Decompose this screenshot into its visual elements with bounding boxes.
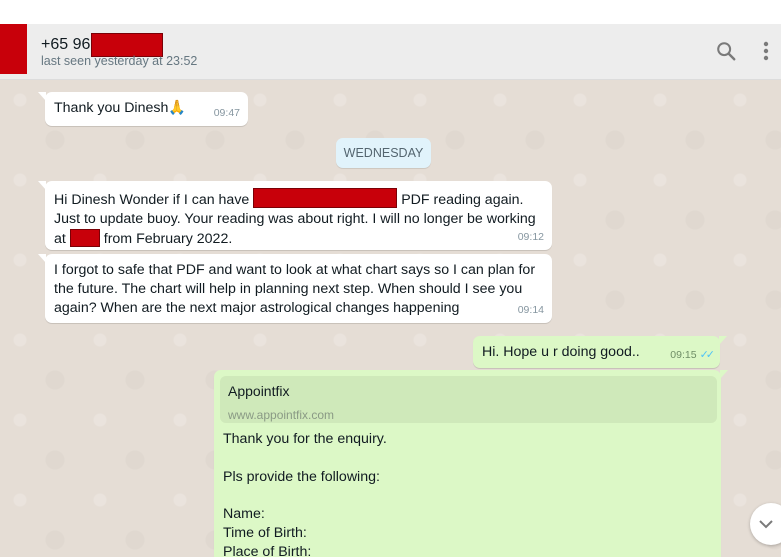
message-text: Thank you Dinesh🙏 bbox=[54, 100, 187, 116]
message-bubble[interactable]: I forgot to safe that PDF and want to lo… bbox=[38, 254, 552, 323]
message-time: 09:47 bbox=[213, 107, 240, 119]
message-text: Thank you for the enquiry. Pls provide t… bbox=[223, 431, 387, 557]
top-strip bbox=[0, 0, 781, 24]
link-preview-url: www.appointfix.com bbox=[228, 408, 335, 422]
chat-header: +65 96 last seen yesterday at 23:52 bbox=[0, 24, 781, 80]
link-preview-title: Appointfix bbox=[228, 383, 290, 399]
search-button[interactable] bbox=[713, 38, 739, 64]
message-text-part: from February 2022. bbox=[103, 231, 233, 247]
search-icon bbox=[717, 42, 736, 61]
link-preview[interactable]: Appointfix www.appointfix.com bbox=[220, 376, 717, 423]
contact-name-text: +65 96 bbox=[41, 36, 91, 53]
message-text-part: Hi Dinesh Wonder if I can have bbox=[54, 192, 250, 208]
message-bubble[interactable]: Thank you Dinesh🙏 09:47 bbox=[38, 92, 248, 126]
message-time: 09:14 bbox=[517, 304, 544, 316]
message-time: 09:12 bbox=[517, 231, 544, 243]
message-text: Hi. Hope u r doing good.. bbox=[482, 344, 640, 360]
chevron-down-icon bbox=[759, 520, 773, 529]
redaction-box bbox=[253, 188, 398, 208]
message-time: 09:15 ✓✓ bbox=[670, 346, 716, 365]
message-bubble[interactable]: Appointfix www.appointfix.com Thank you … bbox=[214, 370, 728, 557]
menu-button[interactable] bbox=[753, 38, 779, 64]
read-receipt-icon: ✓✓ bbox=[699, 349, 716, 361]
message-text: I forgot to safe that PDF and want to lo… bbox=[54, 262, 536, 316]
date-divider: WEDNESDAY bbox=[336, 138, 431, 168]
redaction-box bbox=[69, 229, 100, 247]
message-text: Hi Dinesh Wonder if I can have PDF readi… bbox=[54, 188, 543, 249]
message-time-text: 09:15 bbox=[670, 349, 697, 361]
last-seen-status: last seen yesterday at 23:52 bbox=[41, 54, 198, 68]
message-bubble[interactable]: Hi Dinesh Wonder if I can have PDF readi… bbox=[38, 181, 552, 250]
avatar[interactable] bbox=[0, 24, 27, 74]
kebab-menu-icon bbox=[763, 41, 769, 61]
message-bubble[interactable]: Hi. Hope u r doing good.. 09:15 ✓✓ bbox=[473, 336, 727, 368]
message-list[interactable]: Thank you Dinesh🙏 09:47 WEDNESDAY Hi Din… bbox=[0, 80, 781, 557]
